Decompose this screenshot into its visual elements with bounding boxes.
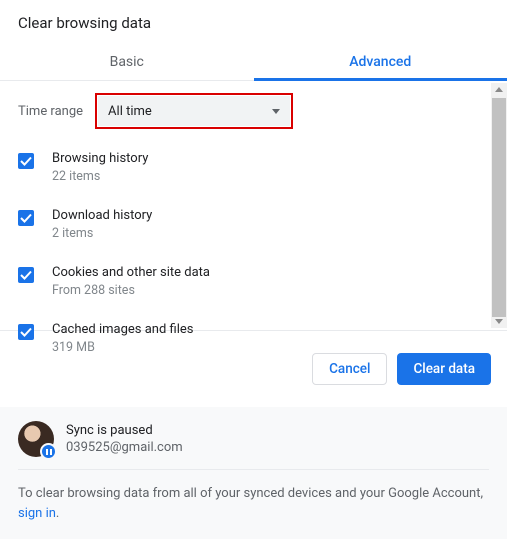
checkbox-browsing-history[interactable] [18, 153, 34, 169]
item-sub: 22 items [52, 169, 148, 184]
list-item: Browsing history 22 items [18, 139, 486, 196]
sync-row: Sync is paused 039525@gmail.com [18, 421, 489, 470]
list-item: Cached images and files 319 MB [18, 310, 486, 367]
item-sub: From 288 sites [52, 283, 210, 298]
time-range-label: Time range [18, 104, 83, 119]
sync-status: Sync is paused [66, 423, 183, 438]
checkbox-download-history[interactable] [18, 210, 34, 226]
list-item: Download history 2 items [18, 196, 486, 253]
scroll-area: Time range All time Browsing history 22 … [0, 81, 507, 331]
item-label: Download history [52, 208, 152, 223]
sync-area: Sync is paused 039525@gmail.com To clear… [0, 407, 507, 539]
item-label: Cached images and files [52, 322, 193, 337]
sync-message: To clear browsing data from all of your … [18, 484, 489, 523]
checkbox-cookies[interactable] [18, 267, 34, 283]
scroll-up-icon[interactable] [495, 87, 503, 92]
time-range-row: Time range All time [18, 93, 486, 129]
highlight-box: All time [95, 93, 293, 129]
item-sub: 319 MB [52, 340, 193, 355]
avatar [18, 421, 54, 457]
time-range-select[interactable]: All time [98, 96, 290, 126]
sign-in-link[interactable]: sign in [18, 506, 56, 521]
tabs: Basic Advanced [0, 42, 507, 81]
tab-advanced[interactable]: Advanced [254, 42, 507, 80]
item-sub: 2 items [52, 226, 152, 241]
item-label: Cookies and other site data [52, 265, 210, 280]
time-range-value: All time [108, 104, 152, 119]
sync-message-text: To clear browsing data from all of your … [18, 486, 483, 501]
chevron-down-icon [272, 109, 280, 114]
list-item: Cookies and other site data From 288 sit… [18, 253, 486, 310]
scrollbar[interactable] [491, 83, 507, 328]
checkbox-cache[interactable] [18, 324, 34, 340]
sync-email: 039525@gmail.com [66, 440, 183, 455]
dialog-title: Clear browsing data [0, 0, 507, 42]
scroll-thumb[interactable] [492, 98, 506, 317]
item-label: Browsing history [52, 151, 148, 166]
tab-basic[interactable]: Basic [0, 42, 254, 80]
pause-icon [40, 443, 57, 460]
scroll-down-icon[interactable] [495, 319, 503, 324]
